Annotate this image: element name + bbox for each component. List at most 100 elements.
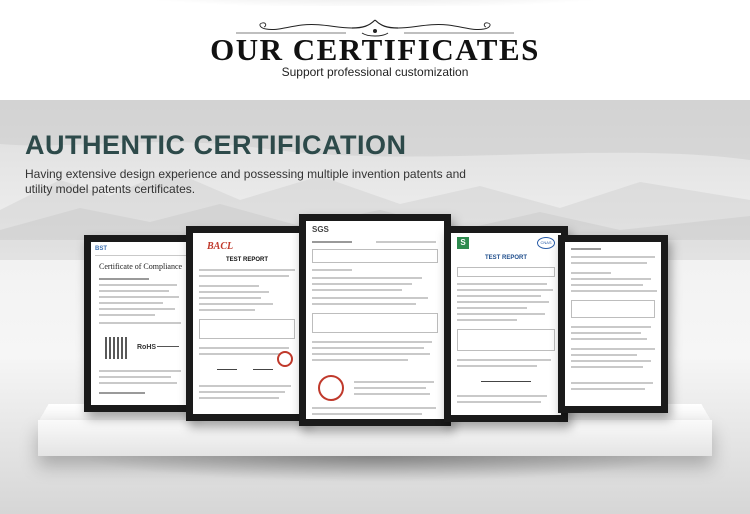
- certificate-text-line: [312, 241, 352, 243]
- certificate-text-line: [571, 388, 645, 390]
- certificate-text-line: [199, 309, 255, 311]
- certificate-text-line: [457, 301, 549, 303]
- page-subtitle: Support professional customization: [281, 65, 469, 79]
- rohs-mark: RoHS: [137, 344, 157, 351]
- certificate-text-line: [199, 297, 261, 299]
- certificate-text-line: [199, 291, 269, 293]
- certificate-text-line: [354, 393, 430, 395]
- sample-table: [312, 249, 438, 263]
- certificate-text-line: [376, 241, 436, 243]
- certificate-text-line: [312, 297, 428, 299]
- certificate-text-line: [571, 284, 643, 286]
- certificate-text-line: [99, 314, 155, 316]
- certificate-text-line: [199, 385, 291, 387]
- certificate-text-line: [457, 283, 547, 285]
- certificate-text-line: [457, 359, 551, 361]
- certificate-text-line: [571, 326, 651, 328]
- certificate-paper: BST Certificate of Compliance RoHS: [91, 242, 190, 405]
- certificate-text-line: [99, 322, 181, 324]
- certificate-frame-report[interactable]: [558, 235, 668, 413]
- banner-top-shadow: [0, 0, 750, 6]
- results-table: [571, 300, 655, 318]
- certificate-text-line: [312, 283, 412, 285]
- results-table: [312, 313, 438, 333]
- certificate-text-line: [571, 338, 647, 340]
- certificate-text-line: [99, 370, 181, 372]
- certificate-text-line: [312, 413, 422, 415]
- certificate-text-line: [354, 387, 426, 389]
- certificate-rule: [95, 255, 186, 256]
- certificate-text-line: [99, 392, 145, 394]
- certificate-text-line: [571, 382, 653, 384]
- signature-line: [481, 381, 531, 382]
- certificate-text-line: [571, 332, 641, 334]
- shelf-shadow: [80, 456, 670, 482]
- certificate-frame-sgs[interactable]: SGS: [299, 214, 451, 426]
- certificate-frame-bacl[interactable]: BACL TEST REPORT: [186, 226, 308, 421]
- certificate-text-line: [571, 256, 655, 258]
- signature-line: [253, 369, 273, 370]
- certificate-paper: S CNAS TEST REPORT: [451, 233, 561, 415]
- certificate-text-line: [571, 354, 637, 356]
- certificate-text-line: [571, 272, 611, 274]
- certificate-text-line: [199, 397, 279, 399]
- certificate-text-line: [571, 278, 651, 280]
- certificate-text-line: [312, 277, 422, 279]
- certificates-banner: OUR CERTIFICATES Support professional cu…: [0, 0, 750, 100]
- certificate-text-line: [199, 303, 273, 305]
- certificate-text-line: [312, 289, 402, 291]
- certificate-text-line: [99, 376, 171, 378]
- bacl-logo: BACL: [207, 241, 234, 252]
- certificate-frame-test-report[interactable]: S CNAS TEST REPORT: [444, 226, 568, 422]
- certificate-text-line: [99, 290, 169, 292]
- signature-line: [217, 369, 237, 370]
- certificate-text-line: [312, 347, 424, 349]
- certificate-text-line: [571, 348, 655, 350]
- certificate-text-line: [457, 365, 537, 367]
- certificate-text-line: [312, 353, 430, 355]
- certificate-text-line: [99, 382, 177, 384]
- cnas-badge: CNAS: [537, 237, 555, 249]
- report-heading: TEST REPORT: [225, 257, 268, 263]
- certificate-text-line: [571, 262, 647, 264]
- certificate-text-line: [99, 308, 175, 310]
- section-description-line-2: utility model patents certificates.: [25, 182, 196, 196]
- results-table: [457, 329, 555, 351]
- certificate-text-line: [457, 401, 541, 403]
- certificate-text-line: [199, 391, 285, 393]
- section-description-line-1: Having extensive design experience and p…: [25, 167, 466, 181]
- certificate-text-line: [199, 353, 281, 355]
- section-description: Having extensive design experience and p…: [25, 167, 495, 197]
- certificate-text-line: [99, 278, 149, 280]
- certificate-text-line: [457, 295, 541, 297]
- certificate-text-line: [571, 290, 657, 292]
- certificate-text-line: [99, 302, 163, 304]
- certificate-text-line: [354, 381, 434, 383]
- certificate-paper: [565, 242, 661, 406]
- report-heading: TEST REPORT: [484, 255, 527, 261]
- certificate-frame-bst[interactable]: BST Certificate of Compliance RoHS: [84, 235, 197, 412]
- certificate-text-line: [312, 359, 408, 361]
- results-table: [199, 319, 295, 339]
- section-title: AUTHENTIC CERTIFICATION: [25, 130, 407, 160]
- certificate-paper: BACL TEST REPORT: [193, 233, 301, 414]
- qr-code-icon: [105, 337, 127, 359]
- certificate-text-line: [199, 269, 295, 271]
- certificate-text-line: [457, 313, 545, 315]
- certificate-paper: SGS: [306, 221, 444, 419]
- certificate-text-line: [457, 289, 553, 291]
- certificate-text-line: [312, 303, 416, 305]
- certificate-title: Certificate of Compliance: [99, 262, 183, 271]
- certificate-text-line: [571, 366, 643, 368]
- red-seal-icon: [277, 351, 293, 367]
- certificate-text-line: [312, 269, 352, 271]
- info-table: [457, 267, 555, 277]
- certificate-text-line: [312, 407, 436, 409]
- certificate-text-line: [199, 285, 259, 287]
- certificate-text-line: [312, 341, 432, 343]
- certificate-text-line: [571, 360, 651, 362]
- sgs-logo: SGS: [312, 225, 329, 234]
- certificate-text-line: [99, 284, 177, 286]
- certificate-text-line: [457, 395, 547, 397]
- lab-logo-icon: S: [457, 237, 469, 249]
